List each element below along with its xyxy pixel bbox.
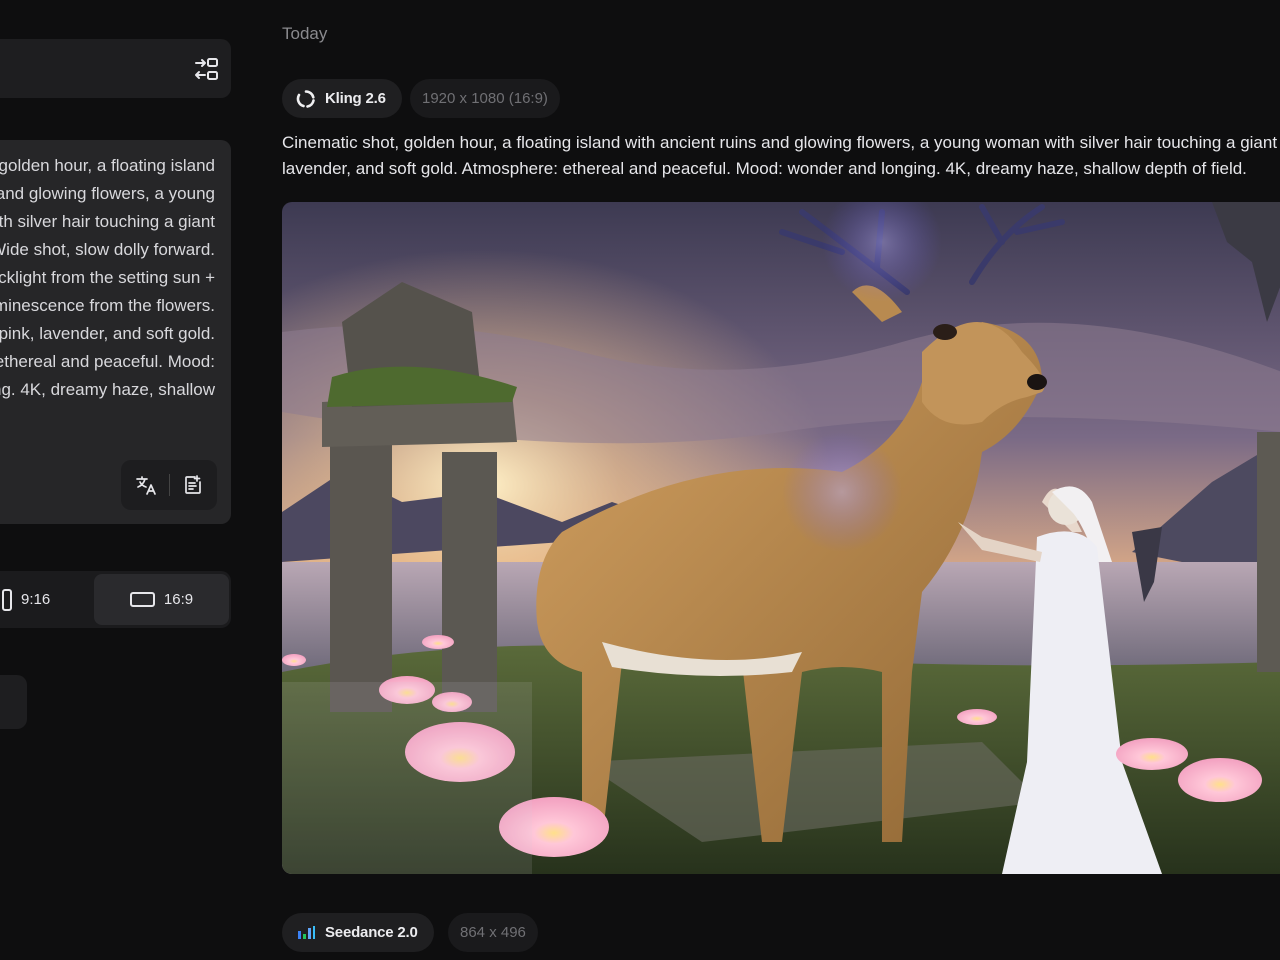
notes-icon[interactable]: [180, 472, 206, 498]
prompt-line: with ancient ruins and glowing flowers, …: [0, 184, 215, 203]
generation-prompt[interactable]: Cinematic shot, golden hour, a floating …: [282, 130, 1280, 186]
prompt-line: wonder and longing. 4K, dreamy haze, sha…: [0, 380, 215, 399]
prompt-line-2: lavender, and soft gold. Atmosphere: eth…: [282, 159, 1247, 178]
prompt-line: Lighting: warm backlight from the settin…: [0, 268, 215, 287]
ratio-option-16-9[interactable]: 16:9: [94, 574, 229, 625]
model-badge[interactable]: Seedance 2.0: [282, 913, 434, 952]
dimension-text: 864 x 496: [460, 924, 526, 941]
ratio-label: 16:9: [163, 591, 194, 608]
dimension-badge: 1920 x 1080 (16:9): [410, 79, 560, 118]
prompt-line: woman with silver hair touching a giant: [0, 212, 215, 231]
prompt-text: Cinematic shot, golden hour, a floating …: [0, 152, 215, 422]
ratio-label: 9:16: [21, 591, 51, 608]
dimension-badge: 864 x 496: [448, 913, 538, 952]
portrait-ratio-icon: [2, 588, 12, 611]
model-name: Kling 2.6: [325, 90, 386, 107]
prompt-textarea[interactable]: Cinematic shot, golden hour, a floating …: [0, 140, 231, 524]
generation-panel: Cinematic shot, golden hour, a floating …: [0, 0, 250, 960]
prompt-tools: [121, 460, 217, 510]
ratio-option-9-16[interactable]: 9:16: [0, 574, 82, 625]
prompt-line: glowing deer. Wide shot, slow dolly forw…: [0, 240, 215, 259]
landscape-ratio-icon: [129, 592, 155, 607]
prompt-line: soft magical bioluminescence from the fl…: [0, 296, 215, 315]
translate-icon[interactable]: [133, 472, 159, 498]
model-name: Seedance 2.0: [325, 924, 418, 941]
swap-icon[interactable]: [193, 55, 221, 83]
model-selector[interactable]: [0, 39, 231, 98]
generation-feed: Today Kling 2.6 1920 x 1080 (16:9) Cinem…: [282, 0, 1280, 960]
prompt-line: Color palette: pink, lavender, and soft …: [0, 324, 215, 343]
kling-logo-icon: [296, 89, 315, 108]
prompt-line: Atmosphere: ethereal and peaceful. Mood:: [0, 352, 215, 371]
model-badge[interactable]: Kling 2.6: [282, 79, 402, 118]
day-heading: Today: [282, 24, 328, 43]
seedance-logo-icon: [298, 925, 315, 939]
generated-image[interactable]: [282, 202, 1280, 874]
divider: [168, 474, 170, 496]
aspect-ratio-selector: 9:16 16:9: [0, 571, 231, 628]
dimension-text: 1920 x 1080 (16:9): [422, 90, 548, 107]
prompt-line: Cinematic shot, golden hour, a floating …: [0, 156, 215, 175]
prompt-line-1: Cinematic shot, golden hour, a floating …: [282, 133, 1278, 152]
panel-button[interactable]: [0, 675, 27, 729]
